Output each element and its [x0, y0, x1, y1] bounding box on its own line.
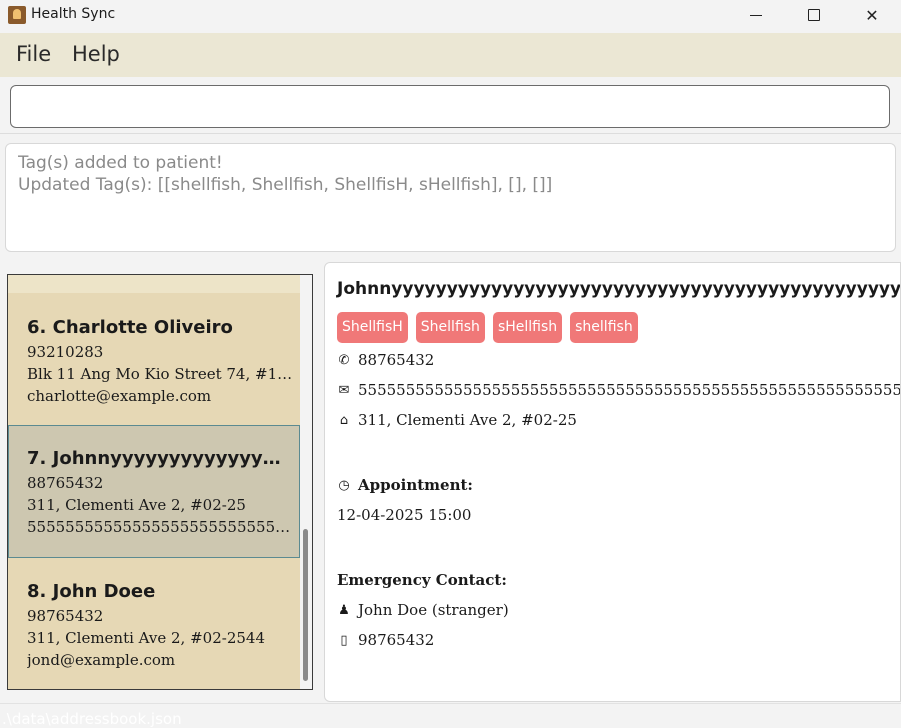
list-scrollbar[interactable] [300, 275, 312, 689]
list-item-patient-8[interactable]: 8. John Doee 98765432 311, Clementi Ave … [8, 558, 300, 688]
appointment-value: 12-04-2025 15:00 [337, 506, 472, 524]
status-bar: .\data\addressbook.json [0, 703, 901, 728]
patient-detail-panel: Johnnyyyyyyyyyyyyyyyyyyyyyyyyyyyyyyyyyyy… [324, 262, 901, 702]
menu-help[interactable]: Help [72, 42, 120, 66]
emergency-contact-name: John Doe (stranger) [358, 601, 509, 619]
status-file-path: .\data\addressbook.json [2, 710, 182, 728]
result-detail: Updated Tag(s): [[shellfish, Shellfish, … [18, 175, 553, 195]
minimize-icon [750, 14, 762, 16]
close-icon: ✕ [865, 5, 879, 25]
detail-address-row: ⌂ 311, Clementi Ave 2, #02-25 [337, 411, 577, 429]
title-bar: Health Sync ✕ [0, 0, 901, 32]
result-message: Tag(s) added to patient! [18, 153, 223, 173]
detail-address: 311, Clementi Ave 2, #02-25 [358, 411, 577, 429]
tag: shellfish [570, 312, 638, 343]
emergency-contact-phone-row: ▯ 98765432 [337, 631, 434, 649]
result-display: Tag(s) added to patient! Updated Tag(s):… [5, 143, 896, 252]
patient-address: 311, Clementi Ave 2, #02-2544 [27, 629, 265, 647]
detail-phone: 88765432 [358, 351, 435, 369]
emergency-contact-name-row: ♟ John Doe (stranger) [337, 601, 509, 619]
maximize-button[interactable] [785, 0, 843, 30]
minimize-button[interactable] [727, 0, 785, 30]
menu-bar: File Help [0, 33, 901, 77]
clock-icon: ◷ [338, 477, 350, 493]
menu-file[interactable]: File [16, 42, 51, 66]
detail-email: 5555555555555555555555555555555555555555… [358, 381, 901, 399]
patient-list-panel: 6. Charlotte Oliveiro 93210283 Blk 11 An… [0, 262, 320, 702]
mobile-phone-icon: ▯ [340, 632, 348, 648]
list-item-partial[interactable] [8, 275, 300, 293]
window-title: Health Sync [31, 6, 116, 22]
patient-email: charlotte@example.com [27, 387, 212, 405]
emergency-contact-label: Emergency Contact: [337, 571, 507, 589]
list-item-patient-6[interactable]: 6. Charlotte Oliveiro 93210283 Blk 11 An… [8, 297, 300, 427]
tag: Shellfish [415, 312, 485, 343]
emergency-contact-phone: 98765432 [358, 631, 435, 649]
appointment-label: Appointment: [358, 476, 473, 494]
list-item-patient-7[interactable]: 7. Johnnyyyyyyyyyyyyyyyyyyyyyyyyyyyyyyyy… [8, 425, 300, 558]
patient-name: 6. Charlotte Oliveiro [27, 317, 233, 338]
tag-list: ShellfisH Shellfish sHellfish shellfish [337, 312, 638, 343]
patient-email: jond@example.com [27, 651, 176, 669]
patient-phone: 93210283 [27, 343, 104, 361]
patient-address: 311, Clementi Ave 2, #02-25 [27, 496, 246, 514]
detail-phone-row: ✆ 88765432 [337, 351, 435, 369]
app-icon [8, 6, 26, 24]
appointment-heading: ◷ Appointment: [337, 476, 473, 494]
home-icon: ⌂ [339, 412, 349, 428]
patient-email: 5555555555555555555555555555555555555555… [27, 518, 293, 536]
maximize-icon [808, 9, 820, 21]
phone-icon: ✆ [338, 352, 350, 368]
patient-phone: 98765432 [27, 607, 104, 625]
patient-phone: 88765432 [27, 474, 104, 492]
tag: sHellfish [492, 312, 563, 343]
patient-address: Blk 11 Ang Mo Kio Street 74, #11-04 [27, 365, 293, 383]
person-icon: ♟ [338, 602, 350, 618]
detail-email-row: ✉ 55555555555555555555555555555555555555… [337, 381, 901, 399]
tag: ShellfisH [337, 312, 408, 343]
patient-name: 8. John Doee [27, 581, 156, 602]
close-button[interactable]: ✕ [843, 0, 901, 30]
patient-name: 7. Johnnyyyyyyyyyyyyyyyyyyyyyyyyyyyyyyyy… [27, 448, 289, 469]
command-box [0, 78, 901, 134]
list-scrollbar-thumb[interactable] [303, 529, 308, 681]
command-input[interactable] [10, 85, 890, 128]
email-icon: ✉ [338, 382, 350, 398]
detail-patient-name: Johnnyyyyyyyyyyyyyyyyyyyyyyyyyyyyyyyyyyy… [337, 279, 901, 299]
patient-list[interactable]: 6. Charlotte Oliveiro 93210283 Blk 11 An… [7, 274, 313, 690]
